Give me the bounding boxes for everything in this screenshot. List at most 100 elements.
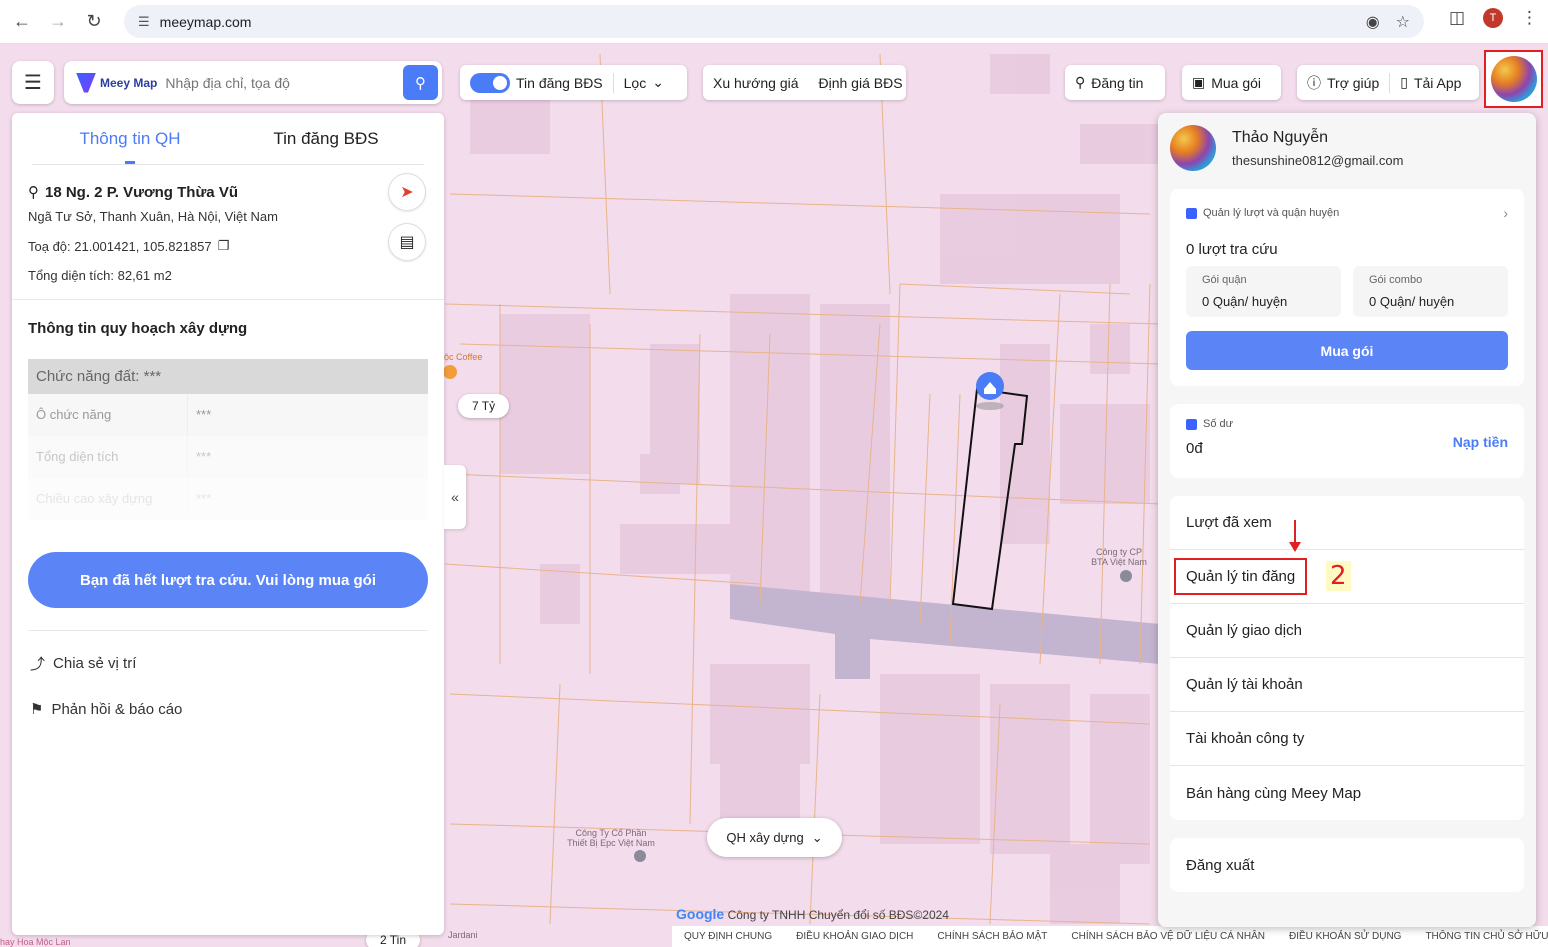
help-label: Trợ giúp [1327, 74, 1380, 91]
menu-item-manage-transactions[interactable]: Quản lý giao dịch [1170, 604, 1524, 658]
menu-item-viewed[interactable]: Lượt đã xem [1170, 496, 1524, 550]
price-trend-button[interactable]: Xu hướng giá [703, 75, 809, 91]
lookup-count: 0 lượt tra cứu [1186, 241, 1278, 258]
balance-card: Số dư 0đ Nạp tiền [1170, 404, 1524, 478]
table-row: Tổng diện tích *** [28, 436, 428, 478]
topup-link[interactable]: Nạp tiền [1453, 434, 1508, 450]
bag-icon: ▣ [1192, 74, 1206, 90]
filter-label: Lọc [623, 74, 647, 91]
menu-item-company-account[interactable]: Tài khoản công ty [1170, 712, 1524, 766]
buy-package-cta-button[interactable]: Bạn đã hết lượt tra cứu. Vui lòng mua gó… [28, 552, 428, 608]
listing-toggle[interactable]: Tin đăng BĐS [460, 72, 613, 93]
post-listing-button[interactable]: ⚲ Đăng tin [1065, 65, 1165, 100]
menu-item-label: Bán hàng cùng Meey Map [1186, 784, 1362, 802]
address-title: 18 Ng. 2 P. Vương Thừa Vũ [45, 183, 238, 201]
chevron-down-icon: ⌄ [811, 829, 823, 845]
listing-filter-group: Tin đăng BĐS Lọc ⌄ [460, 65, 687, 100]
quota-label: Quản lý lượt và quận huyện [1203, 207, 1340, 219]
footer-link[interactable]: ĐIỀU KHOẢN SỬ DỤNG [1277, 931, 1413, 942]
account-dropdown: Thảo Nguyễn thesunshine0812@gmail.com Qu… [1158, 113, 1536, 927]
row-value: *** [196, 491, 212, 506]
google-logo: Google [676, 906, 725, 922]
back-icon[interactable]: ← [4, 4, 40, 40]
address-subtitle: Ngã Tư Sở, Thanh Xuân, Hà Nội, Việt Nam [28, 209, 278, 224]
help-app-group: ⓘ Trợ giúp ▯ Tải App [1297, 65, 1479, 100]
footer-link[interactable]: CHÍNH SÁCH BẢO MẬT [925, 931, 1059, 942]
map-attribution: Google Công ty TNHH Chuyển đổi số BĐS©20… [676, 906, 949, 922]
quota-link[interactable]: Quản lý lượt và quận huyện › [1186, 205, 1508, 221]
help-button[interactable]: ⓘ Trợ giúp [1297, 73, 1389, 93]
menu-item-sell-with-meeymap[interactable]: Bán hàng cùng Meey Map [1170, 766, 1524, 820]
feedback-link[interactable]: ⚑ Phản hồi & báo cáo [12, 700, 444, 719]
coordinates-text: Toạ độ: 21.001421, 105.821857 [28, 238, 212, 254]
tab-planning-info[interactable]: Thông tin QH [32, 113, 228, 164]
footer-link[interactable]: QUY ĐỊNH CHUNG [672, 931, 784, 942]
compass-button[interactable]: ➤ [388, 173, 426, 211]
filter-button[interactable]: Lọc ⌄ [614, 74, 674, 91]
search-icon: ⚲ [415, 74, 426, 92]
copy-icon[interactable]: ❐ [218, 238, 230, 254]
sidepanel-icon[interactable]: ◫ [1449, 8, 1465, 28]
combo-package-value: 0 Quận/ huyện [1369, 294, 1455, 309]
logout-button[interactable]: Đăng xuất [1170, 838, 1524, 892]
post-pin-icon: ⚲ [1075, 74, 1086, 90]
account-menu: Lượt đã xem Quản lý tin đăng Quản lý gia… [1170, 496, 1524, 820]
district-package-box: Gói quận 0 Quận/ huyện [1186, 266, 1341, 317]
hamburger-menu-icon[interactable]: ☰ [12, 61, 54, 104]
price-trend-label: Xu hướng giá [713, 74, 799, 91]
download-app-button[interactable]: ▯ Tải App [1390, 74, 1471, 91]
menu-item-label: Tài khoản công ty [1186, 730, 1305, 747]
quota-card: Quản lý lượt và quận huyện › 0 lượt tra c… [1170, 189, 1524, 386]
menu-item-manage-account[interactable]: Quản lý tài khoản [1170, 658, 1524, 712]
logout-label: Đăng xuất [1186, 856, 1255, 874]
footer-link[interactable]: THÔNG TIN CHỦ SỞ HỮU [1413, 931, 1548, 942]
profile-avatar[interactable]: T [1483, 8, 1503, 28]
chart-icon [1186, 207, 1197, 219]
buy-package-button[interactable]: Mua gói [1186, 331, 1508, 370]
section-title: Thông tin quy hoạch xây dựng [28, 320, 248, 337]
double-chevron-left-icon: « [451, 489, 459, 505]
forward-icon[interactable]: → [40, 4, 76, 40]
map-poi-label: hay Hoa Mộc Lan [0, 937, 71, 947]
buy-package-button[interactable]: ▣ Mua gói [1182, 65, 1281, 100]
collapse-panel-button[interactable]: « [444, 465, 466, 529]
search-button[interactable]: ⚲ [403, 65, 438, 100]
table-header: Chức năng đất: *** [28, 359, 428, 394]
planning-table: Chức năng đất: *** Ô chức năng *** Tổng d… [28, 359, 428, 520]
measure-button[interactable]: ▤ [388, 223, 426, 261]
kebab-menu-icon[interactable]: ⋮ [1521, 8, 1538, 28]
footer-link[interactable]: CHÍNH SÁCH BẢO VỆ DỮ LIỆU CÁ NHÂN [1059, 931, 1277, 942]
wallet-icon [1186, 418, 1197, 430]
bookmark-star-icon[interactable]: ☆ [1396, 12, 1410, 32]
avatar [1170, 125, 1216, 171]
valuation-label: Định giá BĐS [818, 74, 903, 91]
valuation-button[interactable]: Định giá BĐS [809, 75, 913, 91]
planning-layer-dropdown[interactable]: QH xây dựng ⌄ [707, 818, 842, 857]
chevron-down-icon: ⌄ [652, 74, 664, 90]
ruler-icon: ▤ [399, 234, 415, 251]
price-pill[interactable]: 7 Tỷ [458, 394, 510, 418]
tab-listings[interactable]: Tin đăng BĐS [228, 113, 424, 164]
table-row: Chiều cao xây dựng *** [28, 478, 428, 520]
download-app-label: Tải App [1413, 74, 1462, 91]
address-bar[interactable]: ☰ meeymap.com ◉ ☆ [124, 5, 1424, 38]
flag-icon: ⚑ [30, 701, 44, 718]
share-location-link[interactable]: ⤴ Chia sẻ vị trí [12, 653, 444, 674]
site-info-icon[interactable]: ☰ [138, 14, 150, 30]
reload-icon[interactable]: ↻ [76, 4, 112, 40]
search-input[interactable] [165, 74, 386, 91]
user-avatar-button[interactable] [1484, 50, 1543, 108]
area-text: Tổng diện tích: 82,61 m2 [28, 268, 172, 283]
menu-item-label: Lượt đã xem [1186, 514, 1272, 531]
attribution-text: Công ty TNHH Chuyển đổi số BĐS©2024 [727, 908, 949, 922]
combo-package-label: Gói combo [1369, 274, 1423, 286]
footer-link[interactable]: ĐIỀU KHOẢN GIAO DỊCH [784, 931, 925, 942]
location-icon[interactable]: ◉ [1366, 12, 1380, 32]
account-email: thesunshine0812@gmail.com [1232, 152, 1404, 168]
location-pin-icon: ⚲ [28, 184, 39, 201]
toggle-switch[interactable] [470, 72, 510, 93]
row-key: Chiều cao xây dựng [28, 478, 188, 519]
divider [12, 299, 444, 300]
meeymap-logo[interactable]: Meey Map [76, 72, 157, 93]
meeymap-logo-mark [76, 72, 96, 93]
